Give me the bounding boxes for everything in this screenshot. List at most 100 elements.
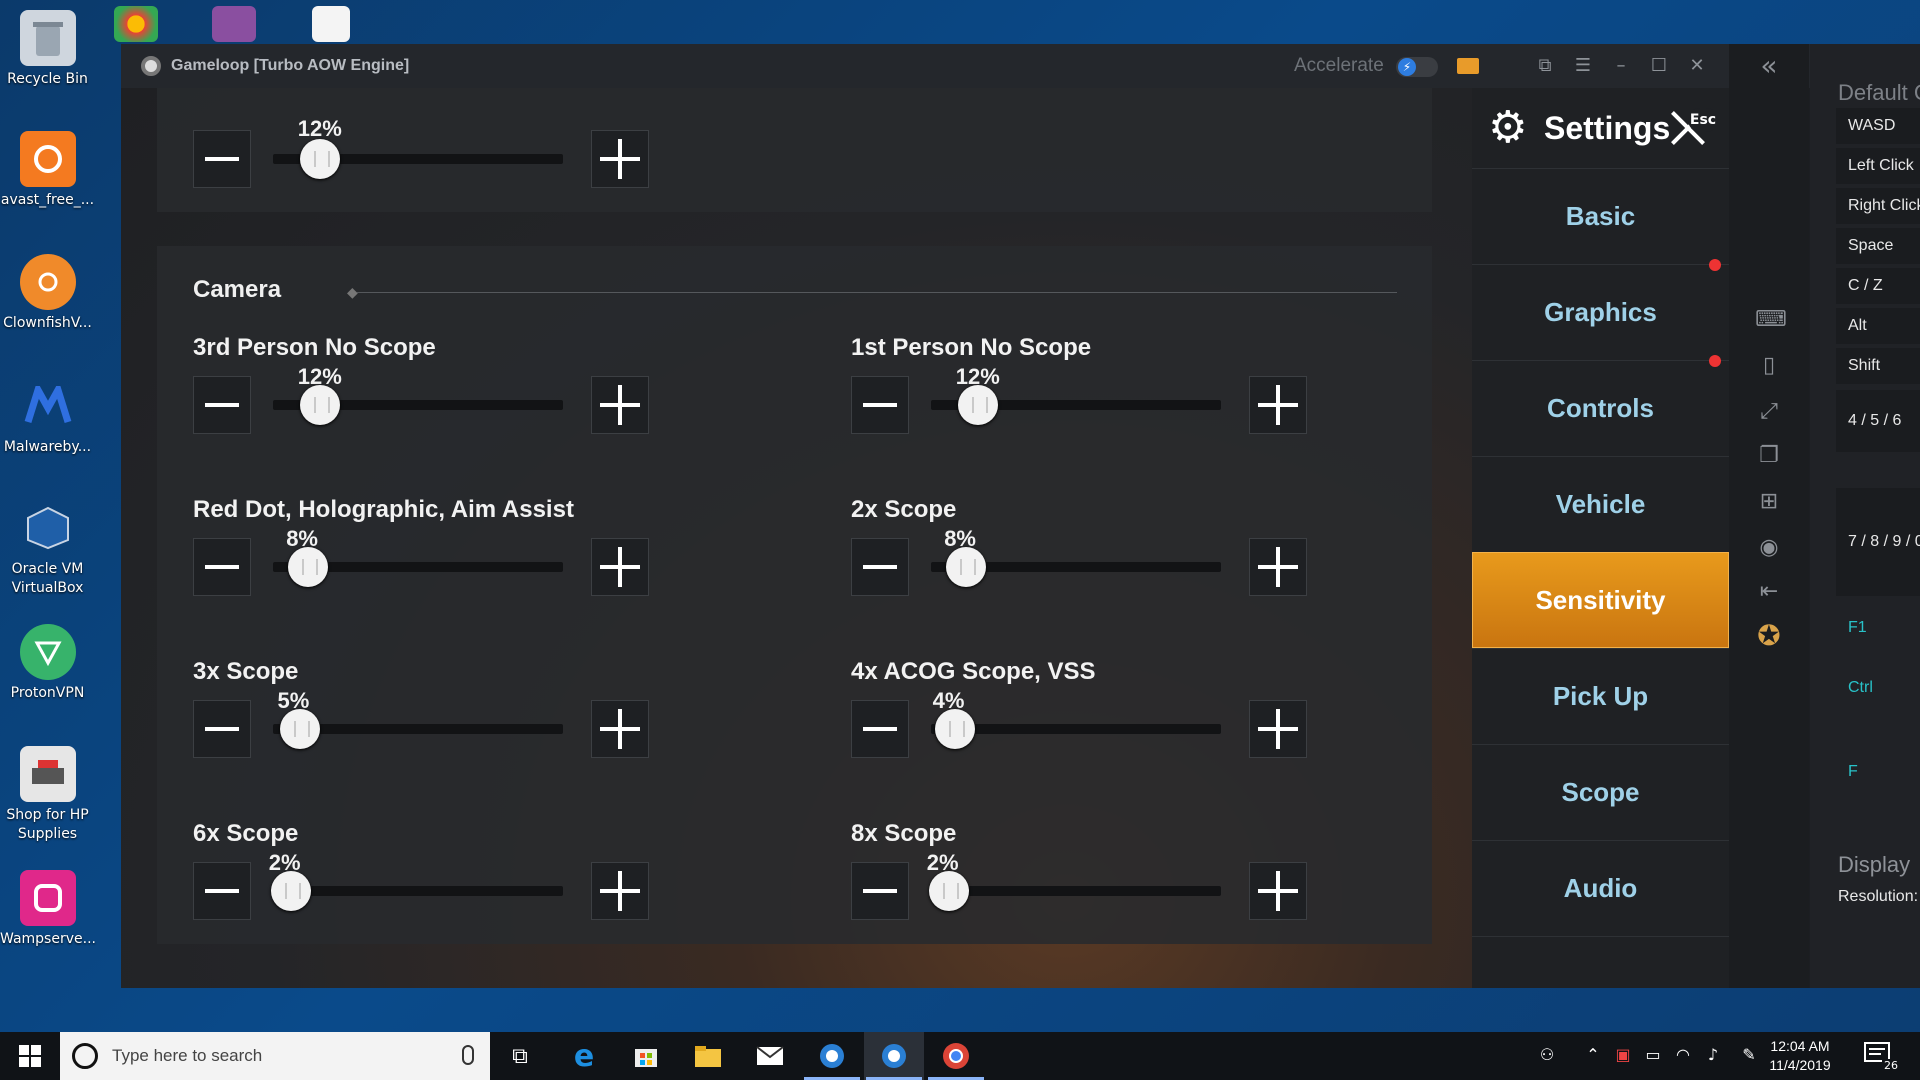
decrease-button[interactable] <box>851 700 909 758</box>
wallet-icon[interactable] <box>1457 58 1479 74</box>
nav-sensitivity[interactable]: Sensitivity <box>1472 552 1729 648</box>
document-desktop-icon[interactable] <box>312 6 350 42</box>
popout-icon[interactable]: ⧉ <box>1531 52 1559 80</box>
menu-icon[interactable]: ☰ <box>1569 52 1597 80</box>
task-view-icon[interactable]: ⧉ <box>490 1032 550 1080</box>
gameloop-taskbar-icon[interactable] <box>802 1032 862 1080</box>
nav-audio[interactable]: Audio <box>1472 840 1729 936</box>
decrease-button[interactable] <box>851 538 909 596</box>
multi-window-icon[interactable]: ❐ <box>1755 442 1783 470</box>
file-explorer-icon[interactable] <box>678 1032 738 1080</box>
decrease-button[interactable] <box>193 130 251 188</box>
slider-thumb[interactable] <box>279 709 320 749</box>
nav-basic[interactable]: Basic <box>1472 168 1729 264</box>
gameloop-window: Gameloop [Turbo AOW Engine] Accelerate ⚡… <box>121 44 1920 988</box>
increase-button[interactable] <box>591 376 649 434</box>
increase-button[interactable] <box>1249 862 1307 920</box>
desktop-icon-avast[interactable]: avast_free_... <box>0 125 95 210</box>
decrease-button[interactable] <box>193 538 251 596</box>
mail-icon[interactable] <box>740 1032 800 1080</box>
pen-icon[interactable]: ✎ <box>1738 1044 1760 1066</box>
key-row[interactable]: F <box>1836 754 1920 790</box>
decrease-button[interactable] <box>193 376 251 434</box>
slider-thumb[interactable] <box>928 871 969 911</box>
nav-more[interactable] <box>1472 936 1729 988</box>
screenshot-icon[interactable]: ⊞ <box>1755 488 1783 516</box>
volume-icon[interactable]: ♪ <box>1702 1044 1724 1066</box>
increase-button[interactable] <box>591 862 649 920</box>
maximize-icon[interactable]: ☐ <box>1645 52 1673 80</box>
battery-icon[interactable]: ▭ <box>1642 1044 1664 1066</box>
nav-controls[interactable]: Controls <box>1472 355 1729 456</box>
increase-button[interactable] <box>591 700 649 758</box>
pubg-badge-icon[interactable]: ✪ <box>1755 622 1783 650</box>
slider-label: 4x ACOG Scope, VSS <box>851 658 1096 685</box>
increase-button[interactable] <box>1249 538 1307 596</box>
search-input[interactable]: Type here to search <box>60 1032 490 1080</box>
slider-thumb[interactable] <box>946 547 987 587</box>
slider-track[interactable] <box>273 886 563 896</box>
close-settings-button[interactable]: Esc <box>1662 104 1718 154</box>
winrar-desktop-icon[interactable] <box>212 6 256 42</box>
show-hidden-icons-chevron-icon[interactable]: ⌃ <box>1582 1044 1604 1066</box>
desktop-icon-virtualbox[interactable]: Oracle VM VirtualBox <box>0 494 95 598</box>
decrease-button[interactable] <box>851 862 909 920</box>
decrease-button[interactable] <box>193 862 251 920</box>
nav-scope[interactable]: Scope <box>1472 744 1729 840</box>
chrome-desktop-icon[interactable] <box>114 6 158 42</box>
people-icon[interactable]: ⚇ <box>1536 1044 1558 1066</box>
desktop-icon-clownfish[interactable]: ClownfishV... <box>0 248 95 333</box>
slider-thumb[interactable] <box>299 385 340 425</box>
clock[interactable]: 12:04 AM 11/4/2019 <box>1760 1037 1840 1075</box>
desktop-icon-recycle-bin[interactable]: Recycle Bin <box>0 4 95 89</box>
key-row[interactable]: C / Z <box>1836 268 1920 304</box>
start-button[interactable] <box>0 1032 60 1080</box>
nav-vehicle[interactable]: Vehicle <box>1472 456 1729 552</box>
gameloop-game-taskbar-icon[interactable] <box>864 1032 924 1080</box>
key-row[interactable]: F1 <box>1836 610 1920 646</box>
key-row[interactable]: Shift <box>1836 348 1920 384</box>
desktop-icon-hp-supplies[interactable]: Shop for HP Supplies <box>0 740 95 844</box>
slider-thumb[interactable] <box>288 547 329 587</box>
desktop-icon-malwarebytes[interactable]: Malwareby... <box>0 372 95 457</box>
slider-thumb[interactable] <box>934 709 975 749</box>
security-tray-icon[interactable]: ▣ <box>1612 1044 1634 1066</box>
slider-thumb[interactable] <box>270 871 311 911</box>
minimize-icon[interactable]: – <box>1607 52 1635 80</box>
collapse-chevron-icon[interactable]: « <box>1755 52 1783 80</box>
nav-graphics[interactable]: Graphics <box>1472 259 1729 360</box>
decrease-button[interactable] <box>851 376 909 434</box>
exit-icon[interactable]: ⇤ <box>1755 578 1783 606</box>
key-row[interactable]: Alt <box>1836 308 1920 344</box>
keyboard-icon[interactable]: ⌨ <box>1755 306 1787 334</box>
key-row[interactable]: WASD <box>1836 108 1920 144</box>
key-row[interactable]: Space <box>1836 228 1920 264</box>
increase-button[interactable] <box>1249 376 1307 434</box>
desktop-icon-wampserver[interactable]: Wampserve... <box>0 864 96 949</box>
edge-icon[interactable]: e <box>554 1032 614 1080</box>
key-row[interactable]: Ctrl <box>1836 670 1920 706</box>
nav-pick-up[interactable]: Pick Up <box>1472 648 1729 744</box>
key-row[interactable]: 7 / 8 / 9 / 0 <box>1836 488 1920 596</box>
desktop-icon-protonvpn[interactable]: ProtonVPN <box>0 618 95 703</box>
chrome-taskbar-icon[interactable] <box>926 1032 986 1080</box>
slider-thumb[interactable] <box>299 139 340 179</box>
decrease-button[interactable] <box>193 700 251 758</box>
increase-button[interactable] <box>591 130 649 188</box>
accelerate-toggle[interactable]: ⚡ <box>1396 57 1438 77</box>
record-icon[interactable]: ◉ <box>1755 534 1783 562</box>
fullscreen-icon[interactable]: ⤢ <box>1755 398 1783 426</box>
microphone-icon[interactable] <box>462 1045 474 1065</box>
store-icon[interactable] <box>616 1032 676 1080</box>
action-center-button[interactable]: 26 <box>1864 1042 1900 1072</box>
wifi-icon[interactable]: ◠ <box>1672 1044 1694 1066</box>
key-row[interactable]: Left Click <box>1836 148 1920 184</box>
increase-button[interactable] <box>591 538 649 596</box>
slider-track[interactable] <box>931 886 1221 896</box>
increase-button[interactable] <box>1249 700 1307 758</box>
slider-thumb[interactable] <box>957 385 998 425</box>
shake-icon[interactable]: ▯ <box>1755 352 1783 380</box>
key-row[interactable]: 4 / 5 / 6 <box>1836 390 1920 452</box>
close-icon[interactable]: ✕ <box>1683 52 1711 80</box>
key-row[interactable]: Right Click <box>1836 188 1920 224</box>
